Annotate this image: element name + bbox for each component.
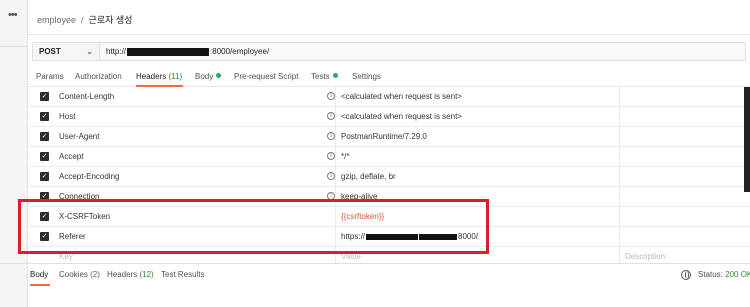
row-checkbox[interactable]: ✓ [40,112,49,121]
url-suffix: :8000/employee/ [210,47,270,56]
header-value[interactable]: */* [341,152,349,161]
tab-tests-label: Tests [311,72,330,81]
url-input[interactable]: http:// :8000/employee/ [100,42,746,61]
header-row: ✓ Accept-Encoding i gzip, deflate, br [28,167,750,187]
tab-headers-label: Headers [136,72,167,81]
tab-body[interactable]: Body [195,72,222,81]
response-tab-body[interactable]: Body [30,270,48,279]
info-icon[interactable]: i [327,172,335,180]
sidebar-divider [0,46,28,47]
chevron-down-icon: ⌄ [86,47,93,56]
body-status-dot [216,73,222,78]
header-value[interactable]: <calculated when request is sent> [341,92,462,101]
response-headers-count: (12) [139,270,154,279]
tab-settings[interactable]: Settings [352,72,381,81]
row-checkbox[interactable]: ✓ [40,132,49,141]
breadcrumb-separator: / [81,14,84,25]
method-select[interactable]: POST ⌄ [32,42,100,61]
header-value[interactable]: PostmanRuntime/7.29.0 [341,132,427,141]
sidebar-strip: ••• [0,0,28,307]
row-checkbox[interactable]: ✓ [40,152,49,161]
info-icon[interactable]: i [327,112,335,120]
row-checkbox[interactable]: ✓ [40,172,49,181]
status-label: Status: [698,270,723,279]
info-icon[interactable]: i [327,132,335,140]
tab-params[interactable]: Params [36,72,64,81]
active-tab-indicator [30,284,50,286]
header-key[interactable]: Accept-Encoding [59,172,119,181]
tab-body-label: Body [195,72,214,81]
tab-pre-request-script[interactable]: Pre-request Script [234,72,298,81]
breadcrumb-parent[interactable]: employee [37,15,76,25]
tab-headers[interactable]: Headers (11) [136,72,182,81]
request-name[interactable]: 근로자 생성 [89,13,133,26]
header-row: ✓ Host i <calculated when request is sen… [28,107,750,127]
response-headers-label: Headers [107,270,138,279]
description-placeholder[interactable]: Description [625,252,665,261]
annotation-highlight-box [18,199,489,254]
header-key[interactable]: Host [59,112,75,121]
header-key[interactable]: Accept [59,152,83,161]
response-tab-headers[interactable]: Headers (12) [107,270,154,279]
window-edge [744,87,750,192]
cookies-label: Cookies [59,270,88,279]
url-prefix: http:// [106,47,127,56]
response-status: Status: 200 OK [698,270,750,279]
method-label: POST [39,47,61,56]
tests-status-dot [332,73,338,78]
header-divider [28,34,750,35]
header-value[interactable]: gzip, deflate, br [341,172,396,181]
header-key[interactable]: User-Agent [59,132,99,141]
info-icon[interactable]: i [327,92,335,100]
tab-headers-count: (11) [168,72,183,81]
row-checkbox[interactable]: ✓ [40,92,49,101]
cookies-count: (2) [90,270,100,279]
header-value[interactable]: <calculated when request is sent> [341,112,462,121]
header-row: ✓ User-Agent i PostmanRuntime/7.29.0 [28,127,750,147]
globe-icon[interactable] [681,270,691,280]
info-icon[interactable]: i [327,152,335,160]
header-key[interactable]: Content-Length [59,92,114,101]
request-tabs: Params Authorization Headers (11) Body P… [28,68,750,87]
header-row: ✓ Accept i */* [28,147,750,167]
response-tab-test-results[interactable]: Test Results [161,270,205,279]
ellipsis-icon[interactable]: ••• [8,9,18,21]
tab-authorization[interactable]: Authorization [75,72,122,81]
header-row: ✓ Content-Length i <calculated when requ… [28,87,750,107]
breadcrumb: employee / 근로자 생성 [37,13,132,26]
response-tabs: Body Cookies (2) Headers (12) Test Resul… [0,264,750,286]
response-tab-cookies[interactable]: Cookies (2) [59,270,100,279]
tab-tests[interactable]: Tests [311,72,338,81]
status-value: 200 OK [725,270,750,279]
redacted-host [127,47,210,56]
